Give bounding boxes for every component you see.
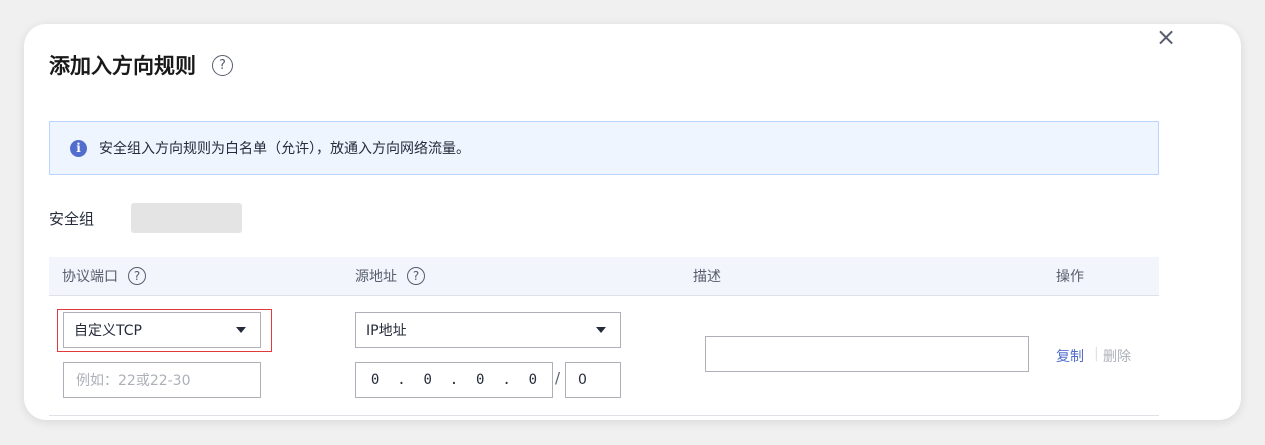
table-header: 协议端口 ? 源地址 ? 描述 操作: [49, 257, 1159, 296]
dialog-title: 添加入方向规则 ?: [49, 50, 233, 80]
ip-dot: .: [449, 372, 459, 388]
info-icon: i: [70, 139, 87, 157]
question-icon[interactable]: ?: [128, 267, 146, 285]
header-actions: 操作: [1056, 257, 1084, 295]
port-input-placeholder: 例如：22或22-30: [76, 373, 191, 389]
description-input[interactable]: [705, 336, 1029, 372]
protocol-select[interactable]: 自定义TCP: [63, 312, 261, 348]
header-protocol-port: 协议端口 ?: [62, 257, 146, 295]
question-icon[interactable]: ?: [407, 267, 425, 285]
header-actions-label: 操作: [1056, 269, 1084, 285]
mask-input[interactable]: 0: [565, 362, 621, 398]
header-source: 源地址 ?: [355, 257, 425, 295]
delete-rule-link[interactable]: 删除: [1103, 346, 1131, 366]
ip-octet-1[interactable]: 0: [371, 372, 379, 388]
close-icon[interactable]: ×: [1156, 24, 1176, 50]
ip-dot: .: [502, 372, 511, 388]
source-type-select[interactable]: IP地址: [355, 312, 621, 348]
notice-text: 安全组入方向规则为白名单（允许），放通入方向网络流量。: [99, 141, 470, 157]
ip-address-input[interactable]: 0 . 0 . 0 . 0: [355, 362, 553, 398]
port-input[interactable]: 例如：22或22-30: [63, 362, 261, 398]
cidr-slash: /: [555, 369, 561, 387]
row-divider: [49, 415, 1159, 416]
ip-octet-2[interactable]: 0: [423, 372, 431, 388]
question-icon[interactable]: ?: [212, 54, 233, 76]
copy-rule-link[interactable]: 复制: [1056, 346, 1084, 366]
header-description-label: 描述: [693, 269, 721, 285]
info-notice: i 安全组入方向规则为白名单（允许），放通入方向网络流量。: [49, 121, 1159, 175]
source-type-select-value: IP地址: [366, 323, 407, 339]
ip-octet-4[interactable]: 0: [529, 372, 537, 388]
ip-dot: .: [397, 372, 406, 388]
header-source-label: 源地址: [355, 269, 397, 285]
security-group-label: 安全组: [49, 210, 95, 228]
chevron-down-icon: [236, 327, 246, 333]
chevron-down-icon: [596, 327, 606, 333]
action-separator: |: [1094, 346, 1099, 362]
header-description: 描述: [693, 257, 721, 295]
protocol-select-value: 自定义TCP: [74, 323, 142, 339]
security-group-value-redacted: [131, 203, 242, 233]
add-inbound-rule-dialog: 添加入方向规则 ? × i 安全组入方向规则为白名单（允许），放通入方向网络流量…: [24, 24, 1241, 420]
dialog-title-text: 添加入方向规则: [49, 54, 196, 78]
ip-octet-3[interactable]: 0: [476, 372, 484, 388]
header-protocol-port-label: 协议端口: [62, 269, 118, 285]
mask-value: 0: [578, 372, 587, 388]
